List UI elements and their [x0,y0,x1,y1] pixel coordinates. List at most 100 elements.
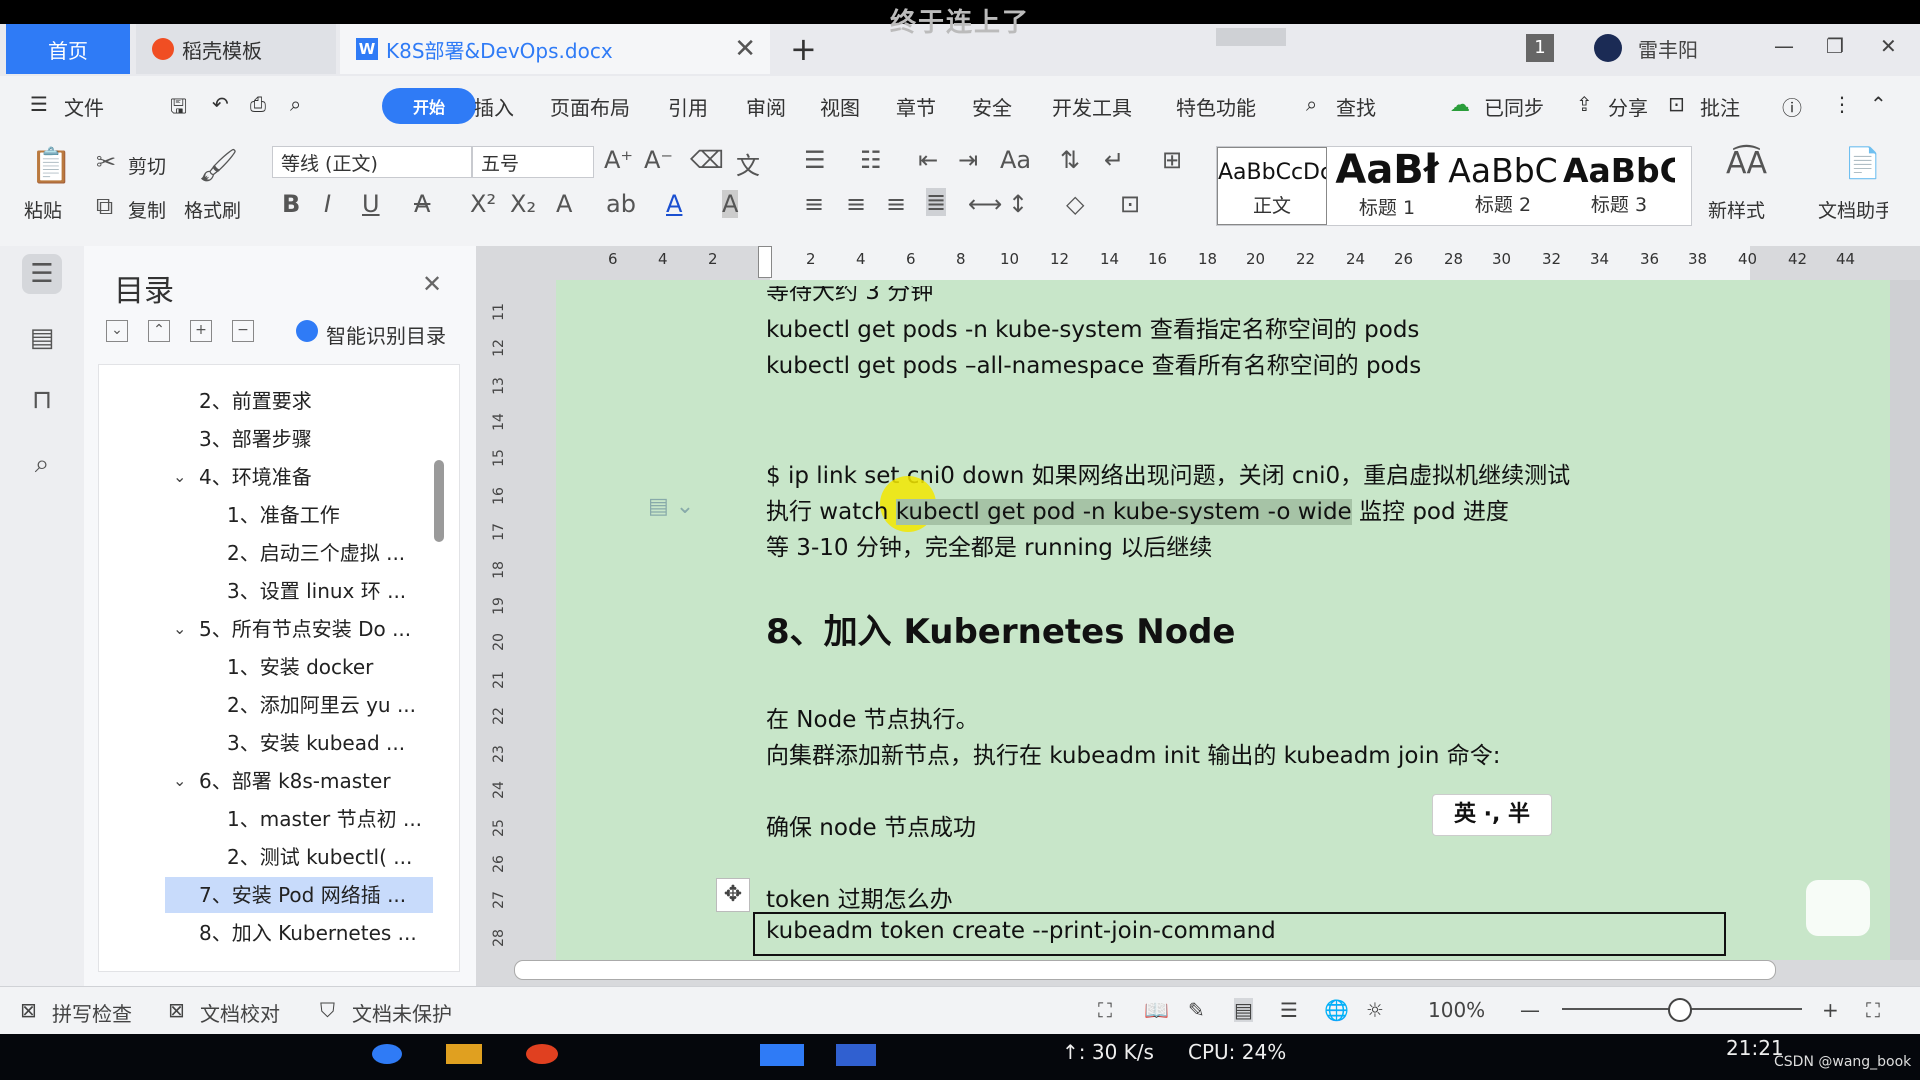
new-style-icon[interactable]: A͡A [1726,146,1767,181]
chapter-nav-icon[interactable]: ▤ [22,318,62,358]
style-normal[interactable]: AaBbCcDc 正文 [1217,147,1327,225]
align-left-icon[interactable]: ≡ [804,190,824,218]
menu-review[interactable]: 审阅 [746,92,786,121]
avatar[interactable] [1594,34,1622,62]
write-mode-icon[interactable]: ✎ [1188,998,1205,1022]
line-spacing-icon[interactable]: ↕ [1008,190,1028,218]
char-shading-icon[interactable]: A [722,190,739,218]
justify-icon[interactable]: ≣ [926,188,947,216]
collapse-all-icon[interactable]: ⌄ [106,320,128,342]
hamburger-icon[interactable]: ☰ [30,92,48,116]
menu-developer[interactable]: 开发工具 [1052,92,1132,121]
toc-item[interactable]: 2、添加阿里云 yu ... [99,687,459,723]
menu-section[interactable]: 章节 [896,92,936,121]
page-badge[interactable]: 1 [1526,34,1554,62]
chevron-down-icon[interactable]: ⌄ [173,611,186,647]
grow-font-icon[interactable]: A⁺ [604,146,633,174]
text-effect-icon[interactable]: A [556,190,572,218]
print-preview-icon[interactable]: ⌕ [290,92,301,116]
user-name[interactable]: 雷丰阳 [1638,34,1698,63]
toc-item[interactable]: 2、前置要求 [99,383,459,419]
undo-icon[interactable]: ↶ [212,92,229,116]
new-tab-icon[interactable]: + [790,30,817,68]
toc-item[interactable]: 1、安装 docker [99,649,459,685]
smart-recognize-button[interactable]: 智能识别目录 [326,320,446,349]
remove-heading-icon[interactable]: − [232,320,254,342]
menu-synced[interactable]: 已同步 [1484,92,1544,121]
menu-special[interactable]: 特色功能 [1176,92,1256,121]
paragraph-layout-icon[interactable]: ▤ ⌄ [648,494,694,519]
table-move-icon[interactable]: ✥ [716,878,750,912]
toc-item[interactable]: 2、测试 kubectl( ... [99,839,459,875]
search-icon[interactable]: ⌕ [1306,92,1317,116]
taskbar-app-icon[interactable] [836,1044,876,1066]
superscript-icon[interactable]: X² [470,190,496,218]
toc-item[interactable]: ⌄ 6、部署 k8s-master [99,763,459,799]
numbered-list-icon[interactable]: ☷ [860,146,882,174]
shrink-font-icon[interactable]: A⁻ [644,146,673,174]
save-icon[interactable]: 🖫 [170,92,187,126]
doc-proof-button[interactable]: 文档校对 [200,998,280,1027]
help-icon[interactable]: ⓘ [1782,92,1802,121]
new-style-label[interactable]: 新样式 [1708,196,1765,223]
bullet-list-icon[interactable]: ☰ [804,146,826,174]
menu-view[interactable]: 视图 [820,92,860,121]
format-painter-label[interactable]: 格式刷 [184,196,241,223]
taskbar-app-icon[interactable] [526,1044,558,1064]
grid-view-icon[interactable] [1216,28,1286,46]
menu-security[interactable]: 安全 [972,92,1012,121]
window-close-icon[interactable]: ✕ [1880,34,1897,58]
bold-icon[interactable]: B [282,190,300,218]
ime-indicator[interactable]: 英 ·, 半 [1432,794,1552,836]
unprotected-button[interactable]: 文档未保护 [352,998,452,1027]
more-icon[interactable]: ⋮ [1832,92,1852,116]
add-heading-icon[interactable]: + [190,320,212,342]
italic-icon[interactable]: I [324,190,331,218]
strikethrough-icon[interactable]: A [414,190,430,218]
font-name-select[interactable]: 等线 (正文) [272,146,472,178]
align-center-icon[interactable]: ≡ [846,190,866,218]
font-color-icon[interactable]: A [666,190,682,218]
collapse-ribbon-icon[interactable]: ⌃ [1870,92,1887,116]
copy-button[interactable]: 复制 [128,196,166,223]
minimize-icon[interactable]: — [1774,34,1794,58]
toc-item[interactable]: 2、启动三个虚拟 ... [99,535,459,571]
cut-button[interactable]: 剪切 [128,152,166,179]
border-icon[interactable]: ⊡ [1120,190,1140,218]
restore-icon[interactable]: ❐ [1826,34,1844,58]
paste-icon[interactable]: 📋 [30,146,72,186]
zoom-in-icon[interactable]: + [1822,998,1839,1022]
paste-label[interactable]: 粘贴 [24,196,62,223]
toc-item-selected[interactable]: 7、安装 Pod 网络插 ... [165,877,433,913]
menu-page-layout[interactable]: 页面布局 [550,92,630,121]
menu-insert[interactable]: 插入 [474,92,514,121]
bookmark-icon[interactable]: ⊓ [22,380,62,420]
tab-close-icon[interactable]: ✕ [734,34,756,64]
style-heading-2[interactable]: AaBbC 标题 2 [1445,147,1561,225]
columns-icon[interactable]: ⊞ [1162,146,1182,174]
doc-assistant-label[interactable]: 文档助手 [1818,196,1888,223]
toc-panel-icon[interactable]: ☰ [22,254,62,294]
web-view-icon[interactable]: 🌐 [1324,998,1349,1022]
chevron-down-icon[interactable]: ⌄ [173,459,186,495]
toc-item[interactable]: 3、设置 linux 环 ... [99,573,459,609]
page-view-icon[interactable]: ▤ [1234,998,1253,1022]
toc-item[interactable]: 8、加入 Kubernetes ... [99,915,459,951]
expand-all-icon[interactable]: ⌃ [148,320,170,342]
phonetic-icon[interactable]: 文 [736,146,760,181]
underline-icon[interactable]: U [362,190,380,218]
menu-share[interactable]: 分享 [1608,92,1648,121]
line-break-icon[interactable]: ↵ [1104,146,1124,174]
distributed-icon[interactable]: ⟷ [968,190,1002,218]
menu-find[interactable]: 查找 [1336,92,1376,121]
doc-assistant-icon[interactable]: 📄 [1844,146,1881,181]
toc-close-icon[interactable]: ✕ [422,270,442,298]
highlight-icon[interactable]: ab [606,190,636,218]
style-heading-1[interactable]: AaBł 标题 1 [1331,147,1443,225]
fullscreen-icon[interactable]: ⛶ [1098,998,1112,1022]
horizontal-scrollbar[interactable] [514,960,1776,980]
tab-document[interactable]: W K8S部署&DevOps.docx ✕ [340,24,770,74]
outdent-icon[interactable]: ⇤ [918,146,938,174]
menu-comment[interactable]: 批注 [1700,92,1740,121]
shading-icon[interactable]: ◇ [1066,190,1084,218]
